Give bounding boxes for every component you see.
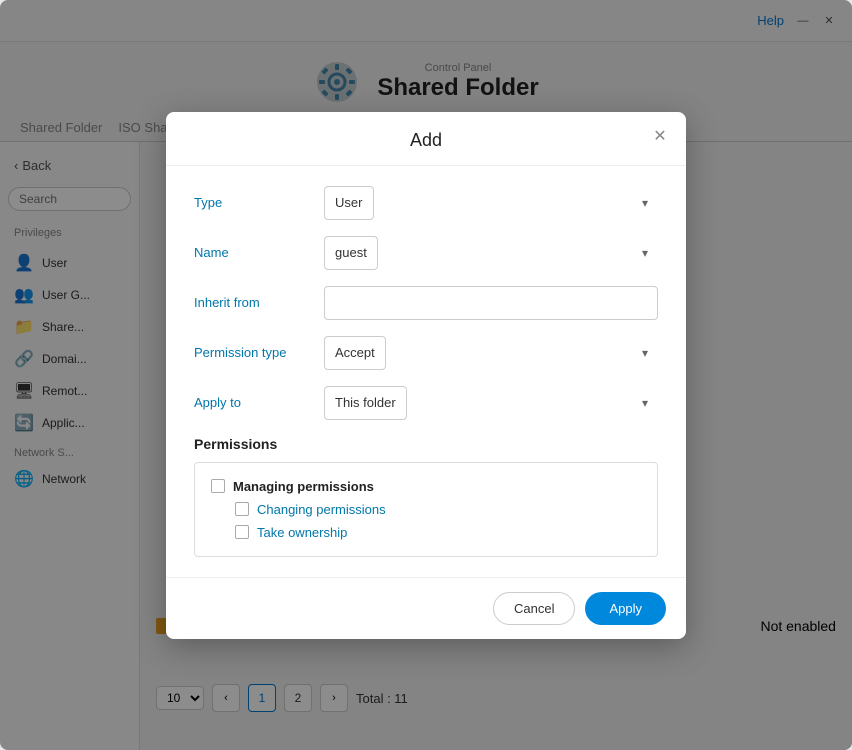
apply-to-row: Apply to This folder xyxy=(194,386,658,420)
permission-type-select[interactable]: Accept xyxy=(324,336,386,370)
name-select[interactable]: guest xyxy=(324,236,378,270)
inherit-input[interactable] xyxy=(324,286,658,320)
changing-permissions-checkbox[interactable] xyxy=(235,502,249,516)
name-row: Name guest xyxy=(194,236,658,270)
inherit-row: Inherit from xyxy=(194,286,658,320)
take-ownership-row: Take ownership xyxy=(211,521,641,544)
permission-type-label: Permission type xyxy=(194,345,324,360)
take-ownership-checkbox[interactable] xyxy=(235,525,249,539)
changing-permissions-row: Changing permissions xyxy=(211,498,641,521)
apply-to-select[interactable]: This folder xyxy=(324,386,407,420)
dialog-title: Add xyxy=(410,130,442,150)
app-window: Help — ✕ xyxy=(0,0,852,750)
managing-permissions-row: Managing permissions xyxy=(211,475,641,498)
dialog-header: Add ✕ xyxy=(166,112,686,166)
apply-button[interactable]: Apply xyxy=(585,592,666,625)
cancel-button[interactable]: Cancel xyxy=(493,592,575,625)
permissions-box: Managing permissions Changing permission… xyxy=(194,462,658,557)
modal-overlay: Add ✕ Type User Na xyxy=(0,0,852,750)
permission-type-select-wrapper: Accept xyxy=(324,336,658,370)
type-label: Type xyxy=(194,195,324,210)
app-inner: Help — ✕ xyxy=(0,0,852,750)
apply-to-select-wrapper: This folder xyxy=(324,386,658,420)
type-select[interactable]: User xyxy=(324,186,374,220)
name-select-wrapper: guest xyxy=(324,236,658,270)
take-ownership-label: Take ownership xyxy=(257,525,347,540)
managing-permissions-checkbox[interactable] xyxy=(211,479,225,493)
dialog-close-button[interactable]: ✕ xyxy=(650,126,670,146)
add-dialog: Add ✕ Type User Na xyxy=(166,112,686,639)
inherit-label: Inherit from xyxy=(194,295,324,310)
dialog-body: Type User Name guest xyxy=(166,166,686,577)
type-row: Type User xyxy=(194,186,658,220)
permissions-section-label: Permissions xyxy=(194,436,658,452)
permission-type-row: Permission type Accept xyxy=(194,336,658,370)
apply-to-label: Apply to xyxy=(194,395,324,410)
name-label: Name xyxy=(194,245,324,260)
dialog-footer: Cancel Apply xyxy=(166,577,686,639)
type-select-wrapper: User xyxy=(324,186,658,220)
managing-permissions-label: Managing permissions xyxy=(233,479,374,494)
changing-permissions-label: Changing permissions xyxy=(257,502,386,517)
